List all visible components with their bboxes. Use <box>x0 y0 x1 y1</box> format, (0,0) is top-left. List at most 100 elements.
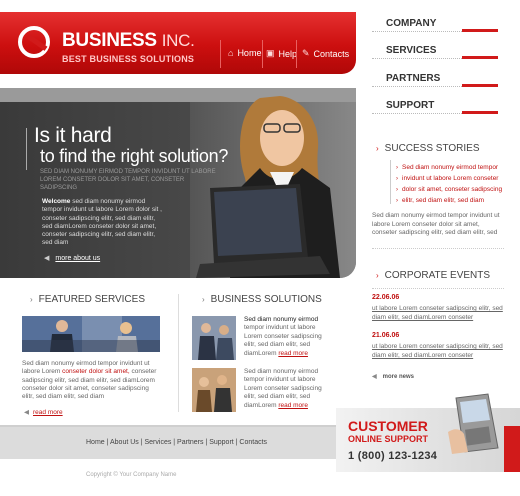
chevron-right-icon: › <box>376 271 379 280</box>
mobile-phone-icon <box>448 393 499 454</box>
footer-links[interactable]: Home | About Us | Services | Partners | … <box>86 439 267 446</box>
nav-help[interactable]: ▣ Help <box>266 48 297 59</box>
business-team-image <box>192 368 236 412</box>
arrow-left-icon: ◀ <box>44 255 50 262</box>
business-read-more-link[interactable]: read more <box>278 402 308 409</box>
event-date: 21.06.06 <box>372 332 400 339</box>
story-label: elitr, sed diam elitr, sed diam <box>402 197 485 204</box>
featured-text-red: conseter dolor sit amet, <box>62 368 130 376</box>
brand-name[interactable]: BUSINESS INC. <box>62 30 195 52</box>
menu-accent-bar <box>462 84 498 87</box>
business-item-text: Sed diam nonumy eirmod tempor invidunt u… <box>244 368 334 410</box>
chevron-right-icon: › <box>30 295 33 304</box>
tagline: BEST BUSINESS SOLUTIONS <box>62 54 195 64</box>
story-label: invidunt ut labore Lorem conseter <box>402 175 499 182</box>
copyright-text: Copyright © Your Company Name <box>86 472 177 478</box>
nav-divider <box>296 40 297 68</box>
business-solutions-heading: › BUSINESS SOLUTIONS <box>202 294 322 305</box>
arrow-left-icon: ◀ <box>24 409 29 416</box>
menu-accent-bar <box>462 111 498 114</box>
menu-accent-bar <box>462 56 498 59</box>
stories-vline <box>390 160 391 204</box>
help-icon: ▣ <box>266 48 275 58</box>
brand-main: BUSINESS <box>62 30 157 51</box>
menu-support-label: SUPPORT <box>386 100 435 111</box>
hero-bracket <box>26 128 31 170</box>
featured-meeting-image <box>22 316 160 352</box>
chevron-right-icon: › <box>396 176 398 182</box>
read-more-label: read more <box>33 409 63 416</box>
more-news-label: more news <box>382 374 414 380</box>
menu-company-label: COMPANY <box>386 18 437 29</box>
success-stories-text: Sed diam nonumy eirmod tempor invidunt u… <box>372 212 500 236</box>
chevron-right-icon: › <box>202 295 205 304</box>
menu-divider <box>372 86 462 87</box>
story-item[interactable]: › dolor sit amet, conseter sadipscing <box>396 186 502 193</box>
menu-company[interactable]: COMPANY <box>372 14 498 40</box>
support-phone: 1 (800) 123-1234 <box>348 450 438 462</box>
event-link[interactable]: ut labore Lorem conseter sadipscing elit… <box>372 343 504 360</box>
business-item-text: Sed diam nonumy eirmod tempor invidunt u… <box>244 316 334 358</box>
success-stories-title: SUCCESS STORIES <box>384 143 480 154</box>
nav-divider <box>220 40 221 68</box>
nav-contacts[interactable]: ✎ Contacts <box>302 48 349 59</box>
column-divider <box>178 294 179 412</box>
nav-home[interactable]: ⌂ Home <box>228 48 261 58</box>
arrow-left-icon: ◀ <box>372 374 377 380</box>
support-line-1: CUSTOMER <box>348 418 428 434</box>
featured-read-more-link[interactable]: ◀ read more <box>24 408 63 416</box>
hero-welcome-text: Welcome sed diam nonumy eirmod tempor in… <box>42 198 164 248</box>
corporate-events-title: CORPORATE EVENTS <box>384 270 491 281</box>
story-item[interactable]: › Sed diam nonumy eirmod tempor <box>396 164 498 171</box>
story-item[interactable]: › invidunt ut labore Lorem conseter <box>396 175 498 182</box>
menu-support[interactable]: SUPPORT <box>372 96 498 122</box>
header-bar: BUSINESS INC. BEST BUSINESS SOLUTIONS ⌂ … <box>0 12 356 74</box>
section-divider <box>372 248 504 249</box>
brand-suffix: INC. <box>161 31 195 50</box>
more-news-link[interactable]: ◀ more news <box>372 373 414 380</box>
story-item[interactable]: › elitr, sed diam elitr, sed diam <box>396 197 484 204</box>
menu-divider <box>372 113 462 114</box>
home-icon: ⌂ <box>228 48 234 58</box>
business-item-bold: Sed diam nonumy eirmod <box>244 316 319 323</box>
menu-accent-bar <box>462 29 498 32</box>
welcome-body: sed diam nonumy eirmod tempor invidunt u… <box>42 198 162 247</box>
support-line-2: ONLINE SUPPORT <box>348 434 429 444</box>
business-handshake-image <box>192 316 236 360</box>
welcome-bold: Welcome <box>42 198 71 205</box>
event-date: 22.06.06 <box>372 294 400 301</box>
menu-services[interactable]: SERVICES <box>372 41 498 67</box>
more-about-us-label: more about us <box>55 255 101 262</box>
business-title: BUSINESS SOLUTIONS <box>210 294 322 305</box>
menu-divider <box>372 31 462 32</box>
pencil-icon: ✎ <box>302 48 310 58</box>
business-read-more-link[interactable]: read more <box>278 350 308 357</box>
corporate-events-heading: › CORPORATE EVENTS <box>376 270 490 281</box>
story-label: dolor sit amet, conseter sadipscing <box>402 186 503 193</box>
chevron-right-icon: › <box>396 165 398 171</box>
support-accent-bar <box>504 426 520 472</box>
nav-help-label: Help <box>278 48 298 59</box>
menu-partners[interactable]: PARTNERS <box>372 69 498 95</box>
more-about-us-link[interactable]: ◀ more about us <box>44 254 100 262</box>
logo-icon[interactable] <box>18 26 50 58</box>
nav-divider <box>262 40 263 68</box>
chevron-right-icon: › <box>376 144 379 153</box>
hero-headline-2: to find the right solution? <box>40 146 229 166</box>
menu-divider <box>372 58 462 59</box>
section-divider <box>372 288 504 289</box>
featured-services-heading: › FEATURED SERVICES <box>30 294 145 305</box>
customer-support-panel[interactable]: CUSTOMER ONLINE SUPPORT 1 (800) 123-1234 <box>336 393 520 472</box>
nav-home-label: Home <box>237 48 262 58</box>
featured-title: FEATURED SERVICES <box>38 294 145 305</box>
featured-text: Sed diam nonumy eirmod tempor invidunt u… <box>22 360 162 401</box>
hero-headline-1: Is it hard <box>34 124 112 147</box>
hero-subtitle: SED DIAM NONUMY EIRMOD TEMPOR INVIDUNT U… <box>40 169 216 191</box>
story-label: Sed diam nonumy eirmod tempor <box>402 164 499 171</box>
hero-banner: Is it hard to find the right solution? S… <box>0 88 356 278</box>
event-link[interactable]: ut labore Lorem conseter sadipscing elit… <box>372 305 504 322</box>
chevron-right-icon: › <box>396 198 398 204</box>
menu-services-label: SERVICES <box>386 45 437 56</box>
menu-partners-label: PARTNERS <box>386 73 441 84</box>
nav-contacts-label: Contacts <box>313 48 350 59</box>
